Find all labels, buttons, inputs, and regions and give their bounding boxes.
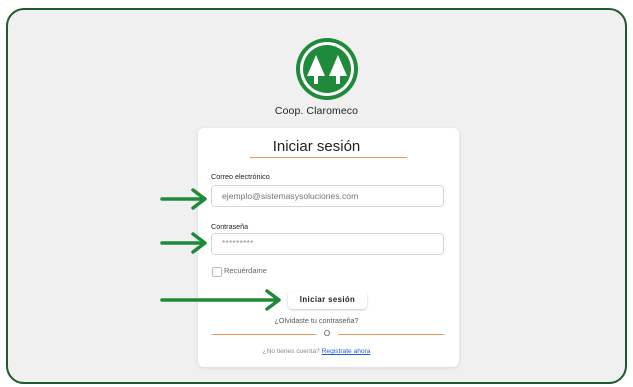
login-title: Iniciar sesión: [272, 138, 361, 155]
separator-line-right: [338, 334, 444, 335]
login-button[interactable]: Iniciar sesión: [288, 291, 367, 309]
right-arrow-icon: [160, 289, 281, 311]
email-field[interactable]: [211, 185, 444, 207]
title-underline: [250, 157, 407, 158]
separator-line-left: [212, 334, 316, 335]
password-label: Contraseña: [211, 222, 249, 231]
signup-link[interactable]: Registrate ahora: [322, 348, 371, 355]
remember-checkbox[interactable]: [212, 267, 222, 277]
remember-label: Recuérdame: [224, 266, 267, 275]
separator-text: O: [323, 329, 331, 338]
signup-prompt: ¿No tienes cuenta?: [262, 348, 320, 355]
forgot-password-link[interactable]: ¿Olvidaste tu contraseña?: [0, 316, 633, 325]
signup-row: ¿No tienes cuenta? Registrate ahora: [0, 348, 633, 355]
brand-name: Coop. Claromeco: [274, 105, 359, 117]
right-arrow-icon: [160, 188, 207, 210]
trees-logo-icon: [296, 38, 358, 100]
email-label: Correo electrónico: [211, 172, 270, 181]
password-field[interactable]: *********: [211, 233, 444, 255]
right-arrow-icon: [160, 232, 207, 254]
